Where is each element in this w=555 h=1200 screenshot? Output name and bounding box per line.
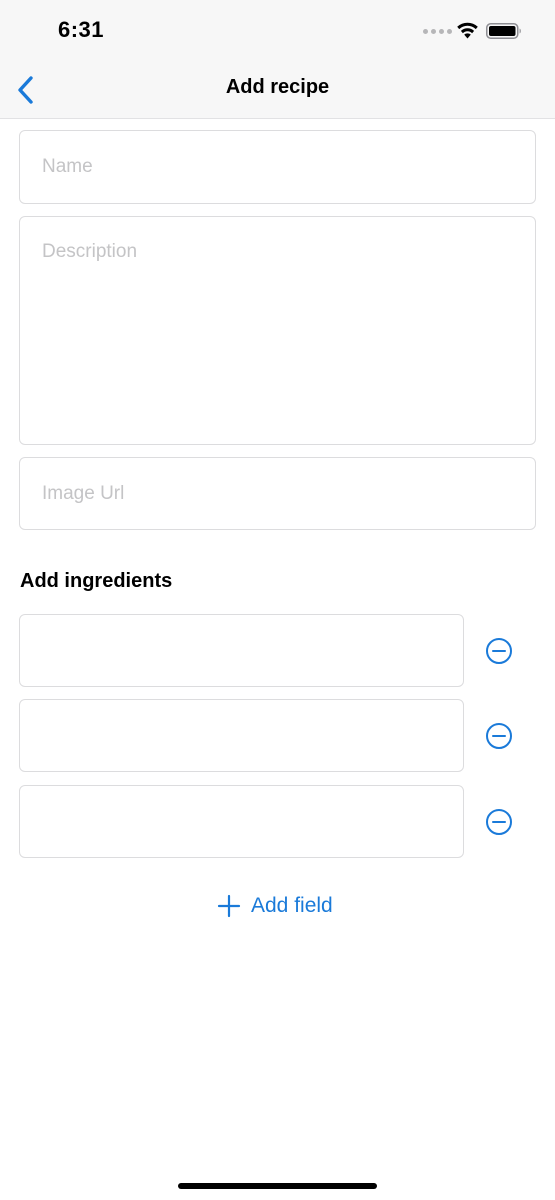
plus-icon	[217, 894, 241, 918]
status-time: 6:31	[58, 17, 105, 42]
minus-circle-icon[interactable]	[485, 808, 513, 836]
minus-circle-icon[interactable]	[485, 637, 513, 665]
battery-icon	[486, 23, 521, 39]
signal-dots-icon	[423, 29, 452, 34]
top-bar: 6:31 Add recipe	[0, 0, 555, 119]
add-field-label: Add field	[251, 894, 333, 917]
home-indicator[interactable]	[178, 1183, 377, 1189]
minus-circle-icon[interactable]	[485, 722, 513, 750]
ingredient-input-3[interactable]	[19, 785, 464, 858]
add-field-button[interactable]: Add field	[217, 894, 333, 918]
wifi-icon	[457, 22, 478, 39]
screen: 6:31 Add recipe Add ingredients	[0, 0, 555, 1200]
name-input[interactable]	[19, 130, 536, 204]
description-input[interactable]	[19, 216, 536, 445]
add-ingredients-label: Add ingredients	[20, 570, 173, 592]
ingredient-input-1[interactable]	[19, 614, 464, 687]
image-url-input[interactable]	[19, 457, 536, 530]
ingredient-input-2[interactable]	[19, 699, 464, 772]
page-title: Add recipe	[225, 76, 330, 98]
